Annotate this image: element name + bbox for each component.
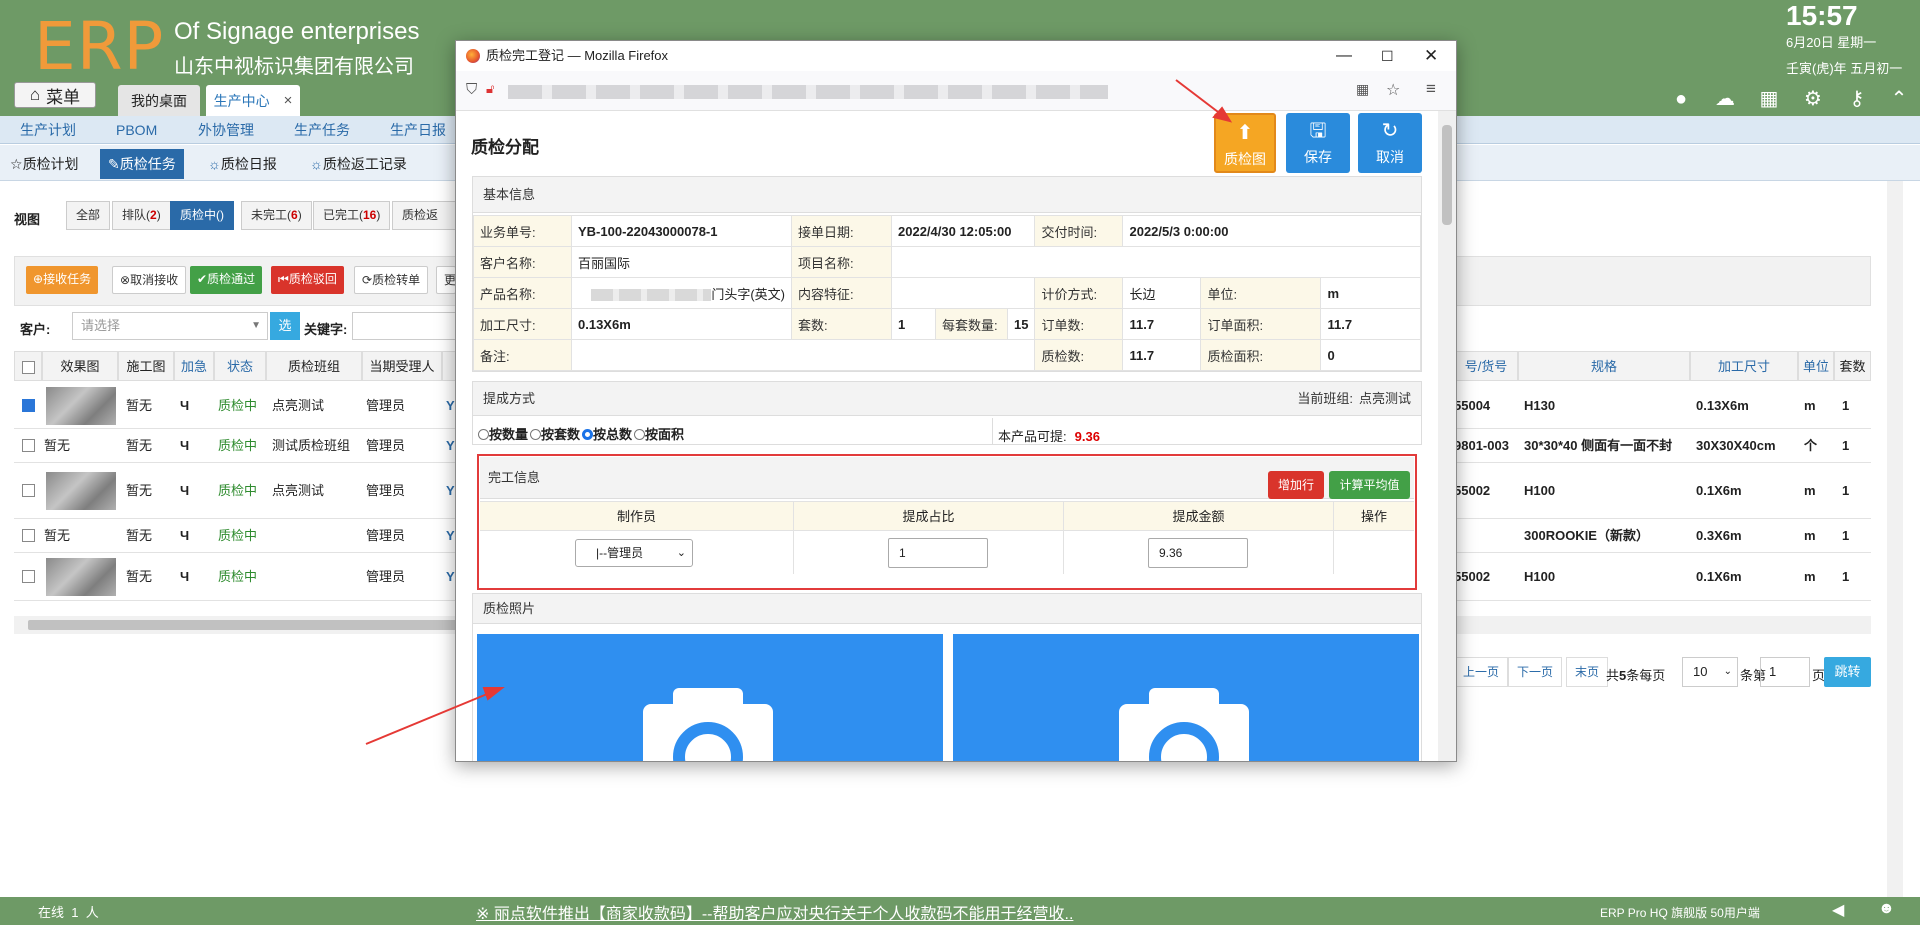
arrow-to-qc-image [1175, 79, 1223, 116]
annotation-arrows [365, 79, 1233, 745]
arrowhead [482, 687, 505, 701]
arrow-to-photos [365, 691, 493, 745]
